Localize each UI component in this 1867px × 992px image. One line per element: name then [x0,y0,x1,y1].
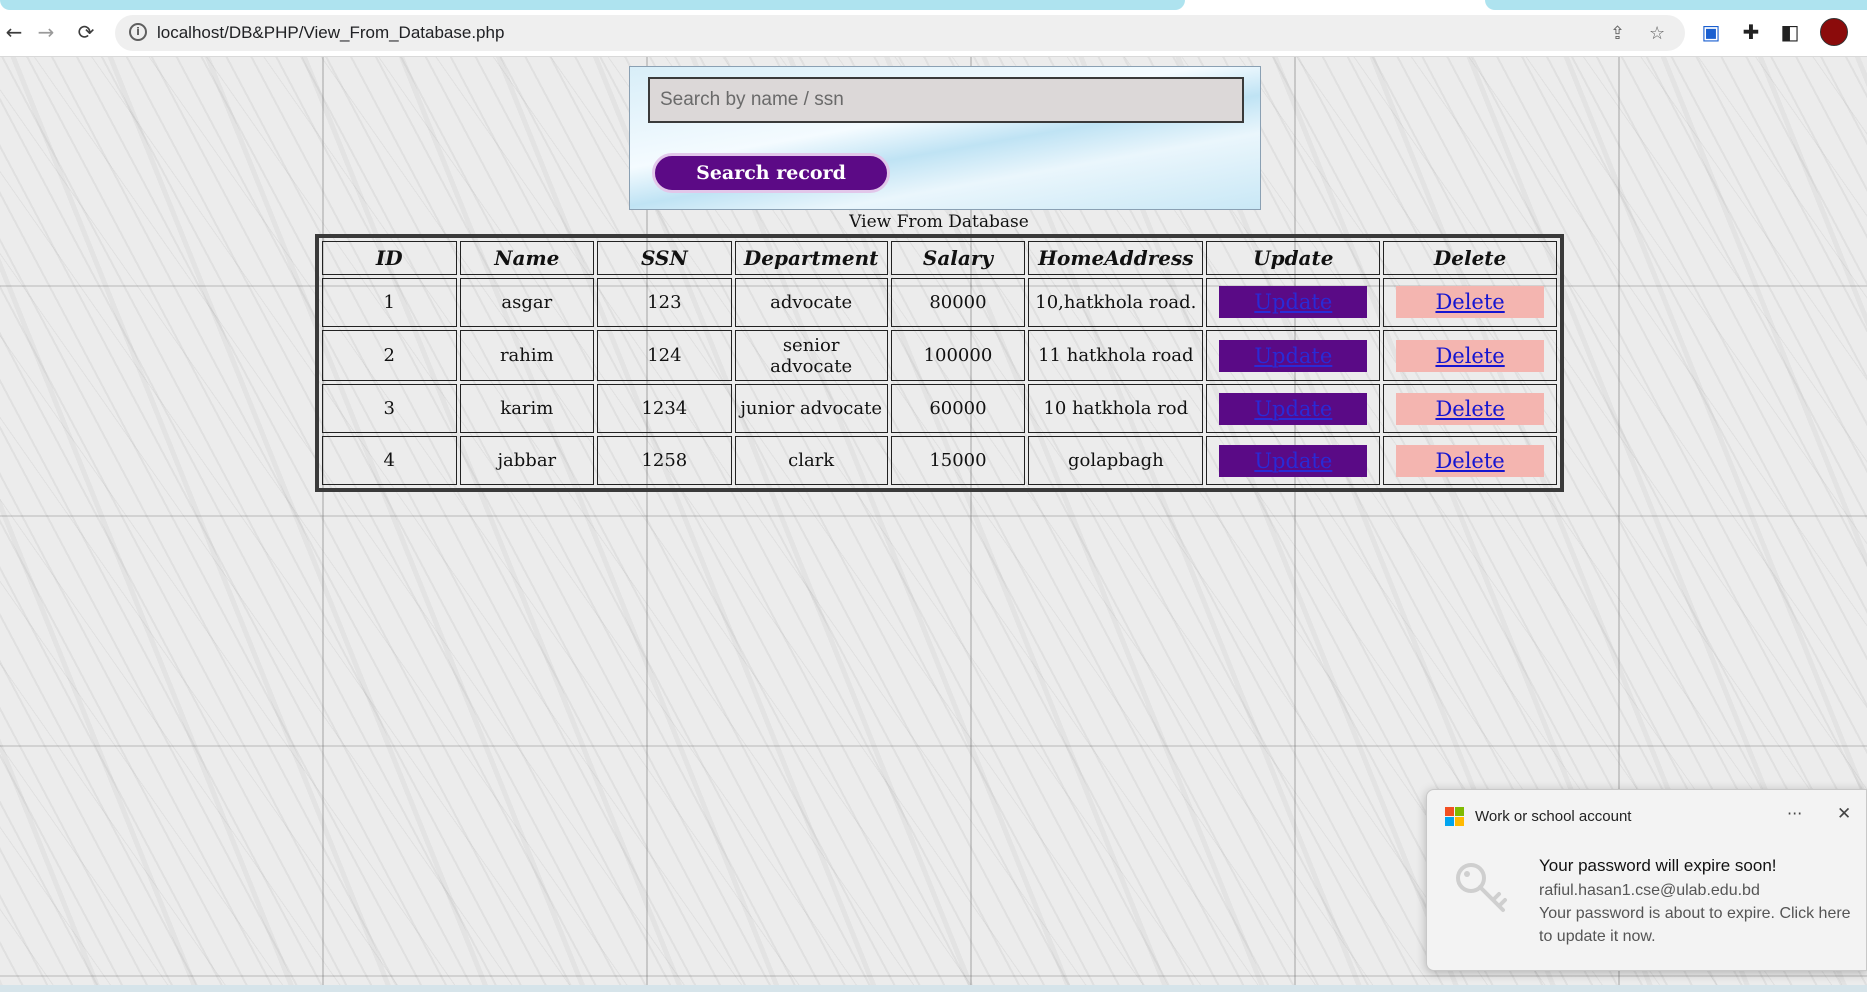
cell-delete: Delete [1383,384,1557,434]
reload-icon[interactable]: ⟳ [72,18,100,46]
cell-address: 10,hatkhola road. [1028,278,1204,327]
cell-salary: 15000 [890,436,1026,485]
delete-link[interactable]: Delete [1396,286,1545,319]
table-row: 2 rahim 124 senior advocate 100000 11 ha… [322,329,1557,382]
cell-ssn: 1258 [597,436,732,485]
cell-salary: 60000 [890,384,1026,434]
table-row: 1 asgar 123 advocate 80000 10,hatkhola r… [322,278,1557,327]
cell-delete: Delete [1383,436,1557,485]
search-panel: Search record [629,66,1261,210]
header-home-address: HomeAddress [1028,241,1204,275]
browser-tab[interactable] [1485,0,1867,10]
site-info-icon[interactable]: i [129,23,147,41]
cell-id: 1 [322,278,457,327]
microsoft-logo-icon [1445,807,1465,827]
password-expiry-notification[interactable]: Work or school account ··· ✕ Your passwo… [1426,789,1867,971]
header-department: Department [734,241,888,275]
header-id: ID [322,241,457,275]
more-options-icon[interactable]: ··· [1787,804,1802,823]
table-row: 3 karim 1234 junior advocate 60000 10 ha… [322,384,1557,434]
delete-link[interactable]: Delete [1396,392,1545,425]
cell-salary: 80000 [890,278,1026,327]
cell-name: asgar [459,278,595,327]
cell-update: Update [1206,436,1381,485]
cell-id: 2 [322,329,457,382]
update-link[interactable]: Update [1219,286,1368,319]
cell-name: jabbar [459,436,595,485]
header-salary: Salary [890,241,1026,275]
notification-message: Your password is about to expire. Click … [1539,905,1851,945]
update-link[interactable]: Update [1219,392,1368,425]
header-name: Name [459,241,595,275]
cell-name: rahim [459,329,595,382]
tab-strip [0,0,1867,10]
cell-address: 11 hatkhola road [1028,329,1204,382]
delete-link[interactable]: Delete [1396,339,1545,372]
records-table: ID Name SSN Department Salary HomeAddres… [315,234,1564,492]
cell-name: karim [459,384,595,434]
search-input[interactable] [648,77,1244,123]
cell-address: golapbagh [1028,436,1204,485]
update-link[interactable]: Update [1219,339,1368,372]
side-panel-icon[interactable]: ◧ [1776,18,1804,46]
update-link[interactable]: Update [1219,444,1368,477]
cell-update: Update [1206,278,1381,327]
cell-update: Update [1206,329,1381,382]
cell-department: clark [734,436,888,485]
table-row: 4 jabbar 1258 clark 15000 golapbagh Upda… [322,436,1557,485]
browser-tab[interactable] [0,0,1185,10]
cell-ssn: 1234 [597,384,732,434]
cell-department: advocate [734,278,888,327]
cell-delete: Delete [1383,329,1557,382]
header-update: Update [1206,241,1381,275]
table-header-row: ID Name SSN Department Salary HomeAddres… [322,241,1557,275]
cell-id: 4 [322,436,457,485]
cell-ssn: 123 [597,278,732,327]
notification-email: rafiul.hasan1.cse@ulab.edu.bd [1539,882,1760,899]
forward-arrow-icon[interactable]: → [32,18,60,46]
cell-department: senior advocate [734,329,888,382]
notification-title: Your password will expire soon! [1539,856,1777,875]
screen-cast-icon[interactable]: ▣ [1697,18,1725,46]
bottom-strip [0,985,1867,992]
cell-update: Update [1206,384,1381,434]
star-icon[interactable]: ☆ [1649,23,1665,44]
cell-delete: Delete [1383,278,1557,327]
cell-ssn: 124 [597,329,732,382]
notification-app-name: Work or school account [1475,808,1632,825]
url-text[interactable]: localhost/DB&PHP/View_From_Database.php [157,23,504,43]
cell-department: junior advocate [734,384,888,434]
profile-avatar[interactable] [1820,18,1848,46]
key-icon [1456,863,1507,912]
share-icon[interactable]: ⇪ [1610,23,1625,44]
back-arrow-icon[interactable]: ← [0,18,28,46]
delete-link[interactable]: Delete [1396,444,1545,477]
close-icon[interactable]: ✕ [1837,804,1851,824]
cell-id: 3 [322,384,457,434]
table-caption: View From Database [849,212,1029,232]
browser-toolbar: ← → ⟳ i localhost/DB&PHP/View_From_Datab… [0,10,1867,57]
search-record-button[interactable]: Search record [652,153,890,193]
cell-address: 10 hatkhola rod [1028,384,1204,434]
address-bar[interactable]: i localhost/DB&PHP/View_From_Database.ph… [115,15,1685,51]
cell-salary: 100000 [890,329,1026,382]
header-delete: Delete [1383,241,1557,275]
header-ssn: SSN [597,241,732,275]
puzzle-icon[interactable]: ✚ [1737,18,1765,46]
